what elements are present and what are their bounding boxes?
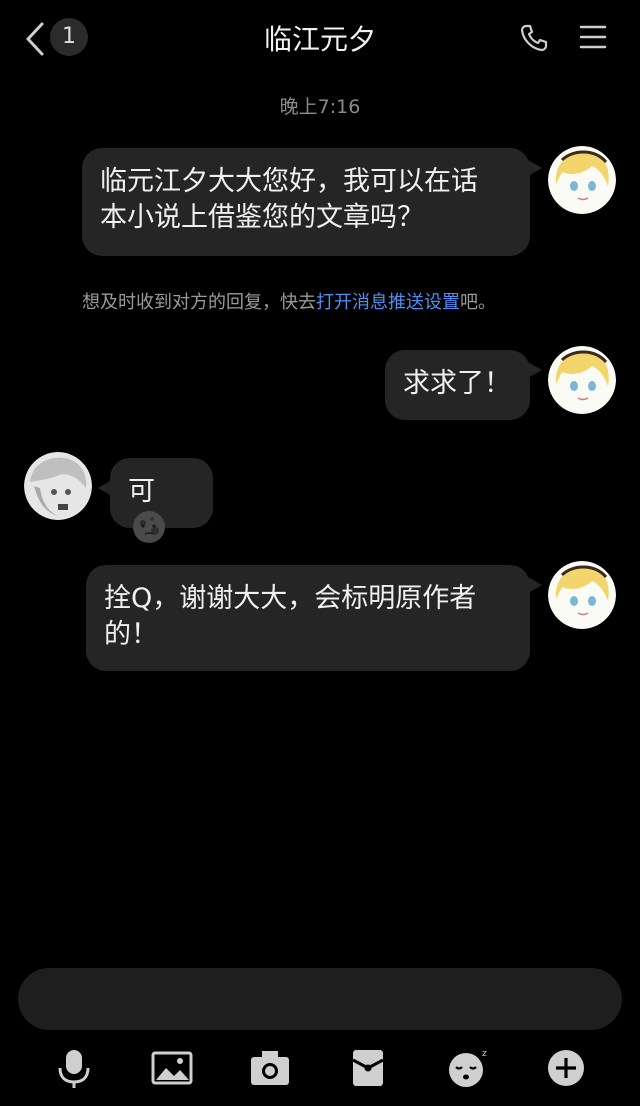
sleepy-face-icon[interactable]: z: [446, 1046, 490, 1090]
message-text-line: 的！: [104, 619, 158, 650]
message-text-line: 本小说上借鉴您的文章吗？: [100, 202, 424, 233]
my-avatar[interactable]: [548, 146, 616, 214]
message-text-line: 临元江夕大大您好，我可以在话: [100, 166, 478, 197]
message-input[interactable]: [18, 968, 622, 1030]
new-moon-face-emoji-icon: [133, 511, 165, 543]
svg-text:z: z: [482, 1049, 487, 1059]
message-bubble-incoming[interactable]: 可: [98, 458, 213, 543]
message-bubble-outgoing[interactable]: 拴Q，谢谢大大，会标明原作者 的！: [86, 565, 542, 671]
message-text: 求求了！: [403, 368, 511, 399]
plus-circle-icon[interactable]: [544, 1046, 588, 1090]
microphone-icon[interactable]: [52, 1046, 96, 1090]
chat-header: 1 临江元夕: [0, 0, 640, 80]
image-icon[interactable]: [150, 1046, 194, 1090]
message-text-line: 拴Q，谢谢大大，会标明原作者: [104, 583, 477, 614]
red-packet-icon[interactable]: [346, 1046, 390, 1090]
open-push-settings-link[interactable]: 打开消息推送设置: [316, 292, 460, 313]
my-avatar[interactable]: [548, 346, 616, 414]
notice-suffix: 吧。: [460, 292, 496, 313]
my-avatar[interactable]: [548, 561, 616, 629]
message-text: 可: [128, 476, 155, 507]
notice-prefix: 想及时收到对方的回复，快去: [82, 292, 316, 313]
phone-icon: [520, 24, 548, 52]
push-settings-notice: 想及时收到对方的回复，快去打开消息推送设置吧。: [82, 288, 496, 314]
message-timestamp: 晚上7:16: [279, 96, 361, 118]
camera-icon[interactable]: [248, 1046, 292, 1090]
contact-avatar[interactable]: [24, 452, 92, 520]
menu-icon: [579, 25, 607, 49]
call-button[interactable]: [518, 22, 550, 54]
more-menu-button[interactable]: [578, 22, 608, 52]
message-bubble-outgoing[interactable]: 临元江夕大大您好，我可以在话 本小说上借鉴您的文章吗？: [82, 148, 542, 256]
message-bubble-outgoing[interactable]: 求求了！: [385, 350, 542, 420]
